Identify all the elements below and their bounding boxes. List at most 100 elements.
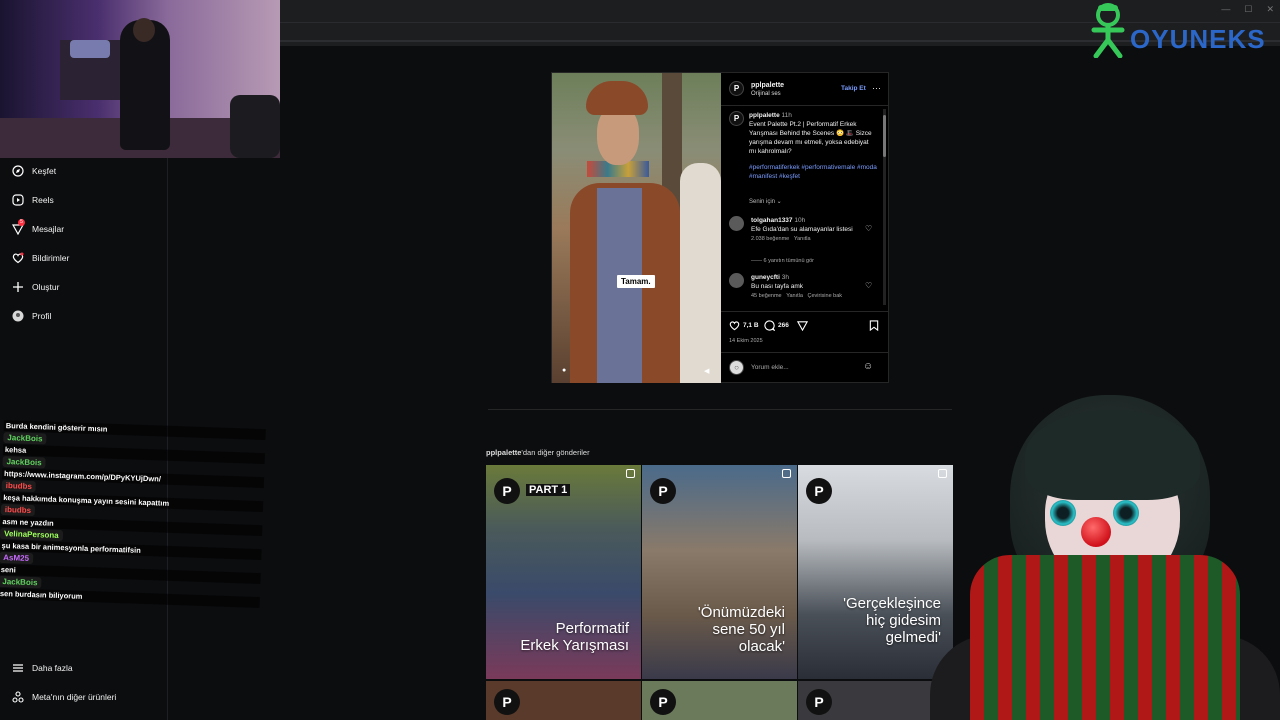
comment-item: guneycfti 3h Bu nası tayfa amk 45 beğenm… bbox=[729, 273, 879, 307]
reels-icon bbox=[12, 194, 24, 206]
commenter-username[interactable]: tolgahan1337 bbox=[751, 217, 793, 224]
sidebar-item-messages[interactable]: 5 Mesajlar bbox=[12, 219, 65, 235]
chat-username: ibudbs bbox=[0, 503, 36, 517]
comment-time: 10h bbox=[794, 217, 806, 224]
comment-button[interactable]: 266 bbox=[764, 320, 789, 331]
like-button[interactable]: 7,1 B bbox=[729, 320, 759, 331]
audio-label[interactable]: Orijinal ses bbox=[751, 91, 781, 97]
chat-username: ibudbs bbox=[1, 479, 37, 493]
sidebar-item-explore[interactable]: Keşfet bbox=[12, 165, 56, 177]
thumbnail-title: Performatif Erkek Yarışması bbox=[520, 620, 629, 654]
channel-logo-icon: P bbox=[806, 689, 832, 715]
post-card: Tamam. ● ◀ P pplpalette Orijinal ses Tak… bbox=[551, 72, 889, 383]
reel-icon bbox=[782, 469, 791, 478]
heart-icon bbox=[12, 252, 24, 264]
share-button[interactable] bbox=[797, 320, 808, 331]
commenter-avatar[interactable] bbox=[729, 216, 744, 231]
chat-username: VelinaPersona bbox=[0, 527, 63, 542]
thumbnail-title: 'Önümüzdeki sene 50 yıl olacak' bbox=[697, 604, 785, 655]
heart-icon bbox=[729, 321, 740, 331]
comment-like-icon[interactable]: ♡ bbox=[865, 224, 872, 233]
sidebar-item-meta-products[interactable]: Meta'nın diğer ürünleri bbox=[12, 691, 116, 703]
add-comment-field[interactable]: ○ Yorum ekle... ☺ bbox=[729, 360, 881, 376]
post-details: P pplpalette Orijinal ses Takip Et ··· P… bbox=[721, 73, 889, 383]
chat-username: JackBois bbox=[3, 431, 47, 445]
author-avatar[interactable]: P bbox=[729, 111, 744, 126]
profile-icon bbox=[12, 310, 24, 322]
brand-wordmark: OYUNEKS bbox=[1130, 24, 1266, 54]
post-video[interactable]: Tamam. ● ◀ bbox=[552, 73, 721, 383]
comment-likes[interactable]: 2.038 beğenme bbox=[751, 236, 789, 242]
plus-icon bbox=[12, 281, 24, 293]
more-posts-title-suffix: 'dan diğer gönderiler bbox=[521, 448, 590, 457]
sidebar-item-label: Mesajlar bbox=[32, 224, 65, 234]
post-thumbnail[interactable]: P 'Önümüzdeki sene 50 yıl olacak' bbox=[642, 465, 797, 679]
translate-button[interactable]: Çevirisine bak bbox=[808, 293, 843, 299]
notification-badge: 5 bbox=[18, 219, 25, 226]
user-tag-icon[interactable]: ● bbox=[562, 367, 570, 375]
channel-logo-icon: P bbox=[494, 689, 520, 715]
post-thumbnail[interactable]: P bbox=[642, 681, 797, 720]
commenter-avatar[interactable] bbox=[729, 273, 744, 288]
comment-item: tolgahan1337 10h Efe Gıda'dan su alamaya… bbox=[729, 216, 879, 250]
caption-username[interactable]: pplpalette bbox=[749, 112, 780, 119]
follow-button[interactable]: Takip Et bbox=[841, 85, 866, 92]
comment-input[interactable]: Yorum ekle... bbox=[751, 364, 789, 371]
post-date: 14 Ekim 2025 bbox=[729, 338, 763, 344]
more-options-icon[interactable]: ··· bbox=[872, 83, 881, 93]
comment-like-icon[interactable]: ♡ bbox=[865, 281, 872, 290]
compass-icon bbox=[12, 165, 24, 177]
share-icon bbox=[797, 321, 808, 331]
sidebar-item-label: Profil bbox=[32, 311, 52, 321]
caption-hashtags[interactable]: #performatiferkek #performativemale #mod… bbox=[749, 163, 877, 181]
section-divider bbox=[488, 409, 952, 410]
stream-chat: Burda kendini gösterir mısın JackBois ke… bbox=[0, 420, 266, 659]
sidebar-item-label: Oluştur bbox=[32, 282, 60, 292]
comment-text: Bu nası tayfa amk bbox=[751, 283, 804, 290]
commenter-username[interactable]: guneycfti bbox=[751, 274, 780, 281]
sidebar-item-create[interactable]: Oluştur bbox=[12, 281, 59, 293]
post-thumbnail[interactable]: P bbox=[486, 681, 641, 720]
comment-time: 3h bbox=[781, 274, 789, 281]
sidebar-item-reels[interactable]: Reels bbox=[12, 194, 54, 206]
sidebar-item-label: Keşfet bbox=[32, 166, 57, 176]
caption-time: 11h bbox=[781, 112, 792, 119]
menu-icon bbox=[12, 662, 24, 674]
like-count: 7,1 B bbox=[743, 322, 759, 329]
reply-button[interactable]: Yanıtla bbox=[794, 236, 811, 242]
post-header: P pplpalette Orijinal ses Takip Et ··· bbox=[729, 81, 881, 103]
sidebar-item-notifications[interactable]: Bildirimler bbox=[12, 252, 69, 264]
sidebar-item-profile[interactable]: Profil bbox=[12, 310, 51, 322]
brand-mascot-icon bbox=[1091, 3, 1125, 58]
post-thumbnail[interactable]: P PART 1 Performatif Erkek Yarışması bbox=[486, 465, 641, 679]
for-you-label[interactable]: Senin için ⌄ bbox=[749, 198, 782, 205]
more-posts-username[interactable]: pplpalette bbox=[486, 448, 521, 457]
chat-username: AsM25 bbox=[0, 551, 34, 565]
channel-logo-icon: P bbox=[650, 478, 676, 504]
webcam-overlay bbox=[0, 0, 280, 158]
post-caption: P pplpalette 11h Event Palette Pt.2 | Pe… bbox=[729, 111, 879, 180]
brand-logo: OYUNEKS bbox=[1088, 2, 1280, 60]
view-replies[interactable]: —— 6 yanıtın tümünü gör bbox=[751, 258, 814, 264]
chat-username: JackBois bbox=[2, 455, 46, 469]
author-avatar[interactable]: P bbox=[729, 81, 744, 96]
comment-likes[interactable]: 45 beğenme bbox=[751, 293, 782, 299]
thumbnail-tag: PART 1 bbox=[526, 484, 571, 496]
comment-count: 266 bbox=[778, 322, 789, 329]
video-subtitle: Tamam. bbox=[617, 275, 655, 288]
emoji-icon[interactable]: ☺ bbox=[863, 361, 873, 372]
channel-logo-icon: P bbox=[494, 478, 520, 504]
comments-scrollbar[interactable] bbox=[883, 109, 886, 305]
sidebar-item-more[interactable]: Daha fazla bbox=[12, 662, 73, 674]
save-button[interactable] bbox=[869, 320, 879, 331]
sound-icon[interactable]: ◀ bbox=[704, 367, 712, 375]
current-user-avatar: ○ bbox=[729, 360, 744, 375]
bookmark-icon bbox=[869, 320, 879, 331]
sidebar-item-label: Daha fazla bbox=[32, 663, 73, 673]
author-username[interactable]: pplpalette bbox=[751, 82, 784, 89]
comment-icon bbox=[764, 320, 775, 331]
reply-button[interactable]: Yanıtla bbox=[786, 293, 803, 299]
caption-text: Event Palette Pt.2 | Performatif Erkek Y… bbox=[749, 121, 872, 155]
vtuber-avatar bbox=[930, 395, 1280, 720]
messenger-icon: 5 bbox=[12, 219, 25, 235]
